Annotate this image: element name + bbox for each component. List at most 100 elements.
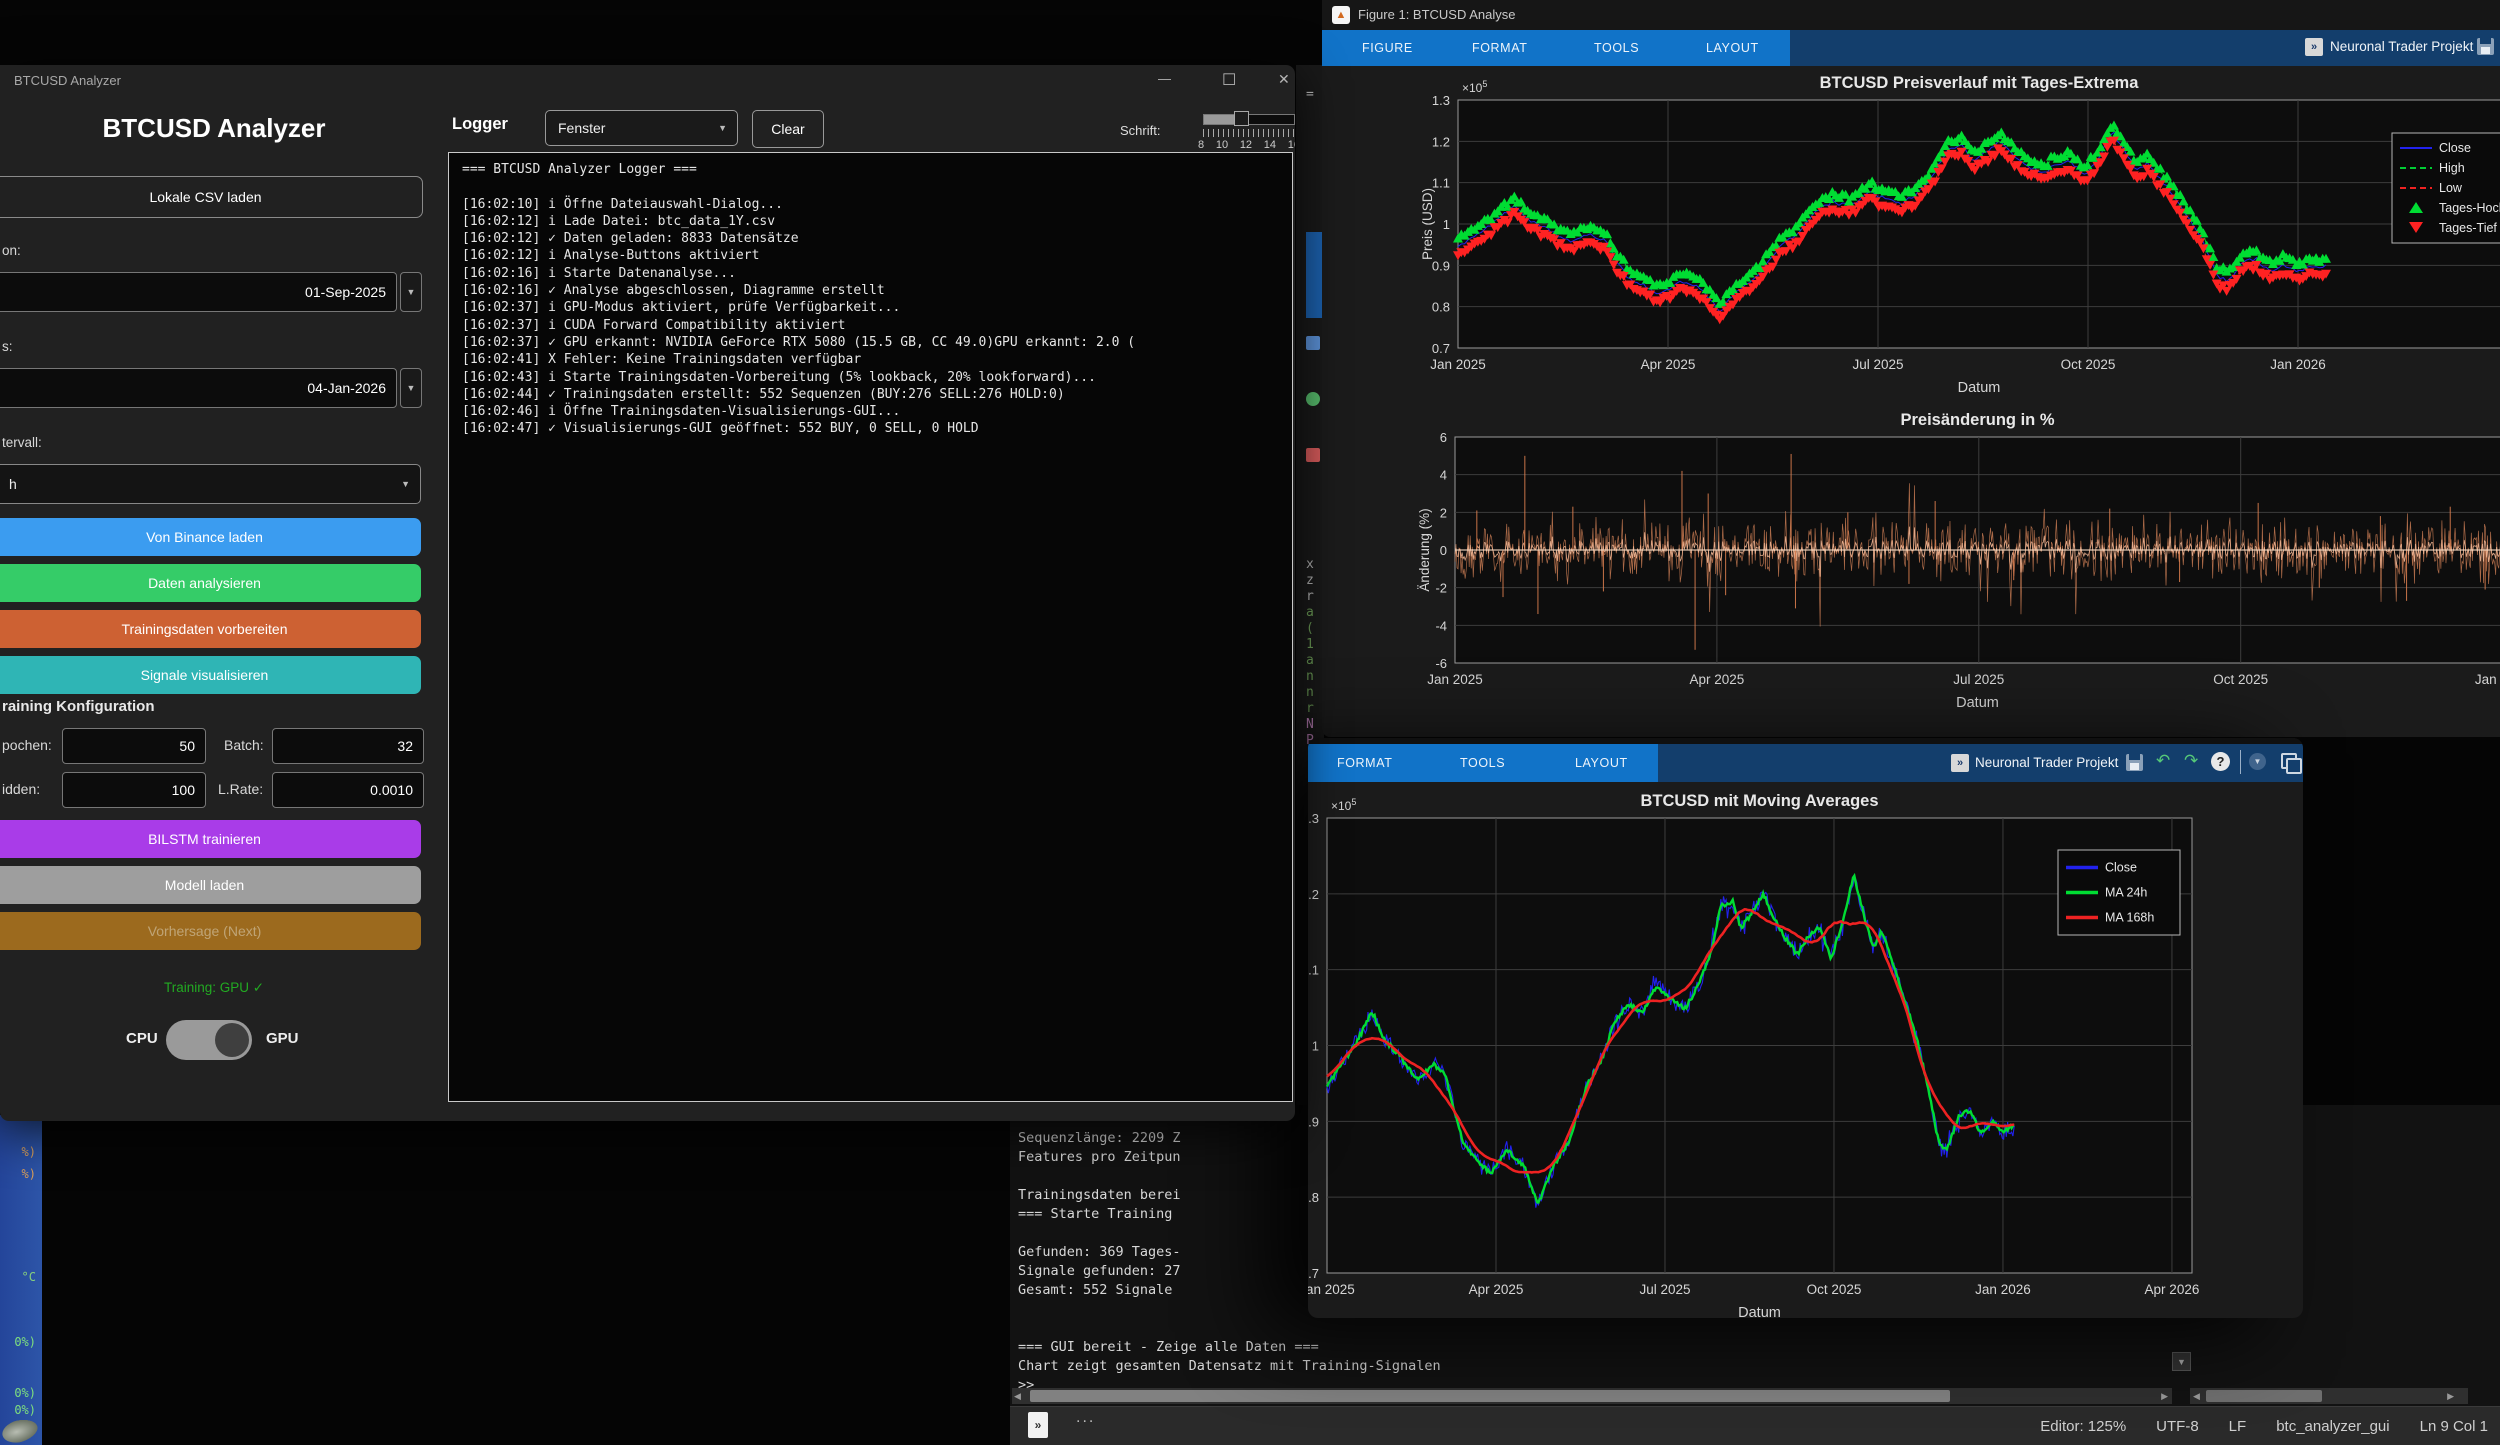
from-label: on:	[2, 243, 21, 258]
svg-text:Oct 2025: Oct 2025	[1807, 1282, 1862, 1297]
close-button[interactable]: ✕	[1278, 71, 1290, 88]
overflow-menu[interactable]: ...	[1076, 1409, 1095, 1427]
svg-text:.1: .1	[1308, 963, 1319, 978]
tab-format[interactable]: FORMAT	[1472, 30, 1527, 66]
project-badge-icon: »	[2305, 38, 2323, 56]
tab-format[interactable]: FORMAT	[1337, 745, 1392, 781]
editor-hscrollbar[interactable]: ◀ ▶	[2190, 1388, 2468, 1404]
scroll-right-arrow[interactable]: ▶	[2447, 1391, 2454, 1402]
hidden-label: idden:	[2, 781, 40, 797]
scroll-left-arrow[interactable]: ◀	[2193, 1391, 2200, 1402]
scroll-thumb[interactable]	[2206, 1390, 2322, 1402]
svg-text:Jan 2025: Jan 2025	[1430, 357, 1486, 372]
train-bilstm-button[interactable]: BILSTM trainieren	[0, 820, 421, 858]
code-fragment: z	[1306, 573, 1314, 588]
gecko-image	[0, 1416, 40, 1445]
predict-button[interactable]: Vorhersage (Next)	[0, 912, 421, 950]
epochs-field[interactable]	[62, 728, 206, 764]
svg-text:1: 1	[1312, 1039, 1319, 1054]
tab-layout[interactable]: LAYOUT	[1575, 745, 1628, 781]
minimize-button[interactable]: —	[1158, 71, 1171, 86]
load-csv-button[interactable]: Lokale CSV laden	[0, 176, 423, 218]
svg-text:Preisänderung in %: Preisänderung in %	[1900, 411, 2054, 429]
svg-text:4: 4	[1440, 468, 1447, 483]
run-icon[interactable]	[1306, 392, 1320, 406]
chart2-axes: 6420-2-4-6Jan 2025Apr 2025Jul 2025Oct 20…	[1417, 411, 2500, 711]
tab-tools[interactable]: TOOLS	[1460, 745, 1505, 781]
console-hscrollbar[interactable]: ◀ ▶	[1012, 1388, 2172, 1404]
scroll-left-arrow[interactable]: ◀	[1014, 1391, 1021, 1402]
svg-text:Apr 2026: Apr 2026	[2145, 1282, 2200, 1297]
prepare-training-button[interactable]: Trainingsdaten vorbereiten	[0, 610, 421, 648]
to-date-field[interactable]	[0, 368, 397, 408]
batch-field[interactable]	[272, 728, 424, 764]
figure1-titlebar[interactable]: ▲ Figure 1: BTCUSD Analyse	[1322, 0, 2500, 30]
logger-target-select[interactable]: Fenster ▼	[545, 110, 738, 146]
scroll-right-arrow[interactable]: ▶	[2161, 1391, 2168, 1402]
slider-tick: 12	[1240, 139, 1252, 150]
gpu-label: GPU	[266, 1030, 299, 1047]
font-size-slider[interactable]	[1203, 114, 1295, 125]
dropdown-icon[interactable]: ▼	[2249, 753, 2266, 770]
console-scroll-down-button[interactable]: ▼	[2172, 1352, 2191, 1371]
copy-figure-icon[interactable]	[2281, 753, 2297, 769]
to-label: s:	[2, 339, 13, 354]
tab-tools[interactable]: TOOLS	[1594, 30, 1639, 66]
logger-output-box[interactable]: === BTCUSD Analyzer Logger === [16:02:10…	[448, 152, 1293, 1102]
toolbar-separator	[2240, 750, 2241, 774]
svg-text:Tages-Hoch: Tages-Hoch	[2439, 201, 2500, 215]
tab-layout[interactable]: LAYOUT	[1706, 30, 1759, 66]
logger-clear-button[interactable]: Clear	[752, 110, 824, 148]
cpu-gpu-toggle[interactable]	[166, 1020, 252, 1060]
slider-thumb[interactable]	[1234, 111, 1249, 126]
logger-text: === BTCUSD Analyzer Logger === [16:02:10…	[462, 161, 1292, 438]
svg-text:Apr 2025: Apr 2025	[1690, 672, 1745, 687]
from-date-dropdown[interactable]: ▼	[400, 272, 422, 312]
save-icon[interactable]	[2477, 38, 2494, 55]
svg-text:-2: -2	[1435, 581, 1447, 596]
undo-icon[interactable]: ↶	[2156, 751, 2170, 771]
maximize-button[interactable]: ☐	[1222, 70, 1236, 90]
svg-text:2: 2	[1440, 505, 1447, 520]
page-title: BTCUSD Analyzer	[0, 113, 428, 144]
svg-text:Jan 2026: Jan 2026	[2270, 357, 2326, 372]
file-icon[interactable]	[1306, 336, 1320, 350]
hidden-field[interactable]	[62, 772, 206, 808]
save-icon[interactable]	[2126, 754, 2143, 771]
interval-label: tervall:	[2, 435, 42, 450]
svg-text:Low: Low	[2439, 181, 2463, 195]
scroll-thumb[interactable]	[1030, 1390, 1950, 1402]
status-item: Ln 9 Col 1	[2420, 1418, 2488, 1435]
svg-text:BTCUSD mit Moving Averages: BTCUSD mit Moving Averages	[1640, 792, 1878, 810]
from-date-field[interactable]	[0, 272, 397, 312]
load-model-button[interactable]: Modell laden	[0, 866, 421, 904]
svg-text:MA 24h: MA 24h	[2105, 886, 2147, 900]
epochs-label: pochen:	[2, 737, 52, 753]
code-fragment: n	[1306, 669, 1314, 684]
svg-text:Jan 2025: Jan 2025	[1427, 672, 1483, 687]
svg-text:Jul 2025: Jul 2025	[1639, 1282, 1690, 1297]
svg-text:0: 0	[1440, 543, 1447, 558]
sysmon-fragment: 0%)	[14, 1386, 36, 1400]
breakpoint-icon[interactable]	[1306, 448, 1320, 462]
redo-icon[interactable]: ↷	[2184, 751, 2198, 771]
status-item: LF	[2229, 1418, 2247, 1435]
svg-text:0.9: 0.9	[1308, 1114, 1319, 1129]
font-size-label: Schrift:	[1120, 123, 1160, 138]
lrate-field[interactable]	[272, 772, 424, 808]
help-icon[interactable]: ?	[2211, 752, 2230, 771]
load-binance-button[interactable]: Von Binance laden	[0, 518, 421, 556]
sysmon-fragment: °C	[22, 1270, 36, 1284]
project-badge-icon: »	[1951, 754, 1969, 772]
tab-figure[interactable]: FIGURE	[1362, 30, 1413, 66]
code-fragment: (	[1306, 621, 1314, 636]
analyze-button[interactable]: Daten analysieren	[0, 564, 421, 602]
to-date-dropdown[interactable]: ▼	[400, 368, 422, 408]
interval-select[interactable]: h ▼	[0, 464, 421, 504]
figure2-window: FORMATTOOLSLAYOUT » Neuronal Trader Proj…	[1308, 738, 2303, 1318]
sysmon-fragment: %)	[22, 1145, 36, 1159]
visualize-signals-button[interactable]: Signale visualisieren	[0, 656, 421, 694]
sysmon-fragment: 0%)	[14, 1403, 36, 1417]
lrate-label: L.Rate:	[218, 781, 263, 797]
document-icon[interactable]: »	[1028, 1412, 1048, 1438]
